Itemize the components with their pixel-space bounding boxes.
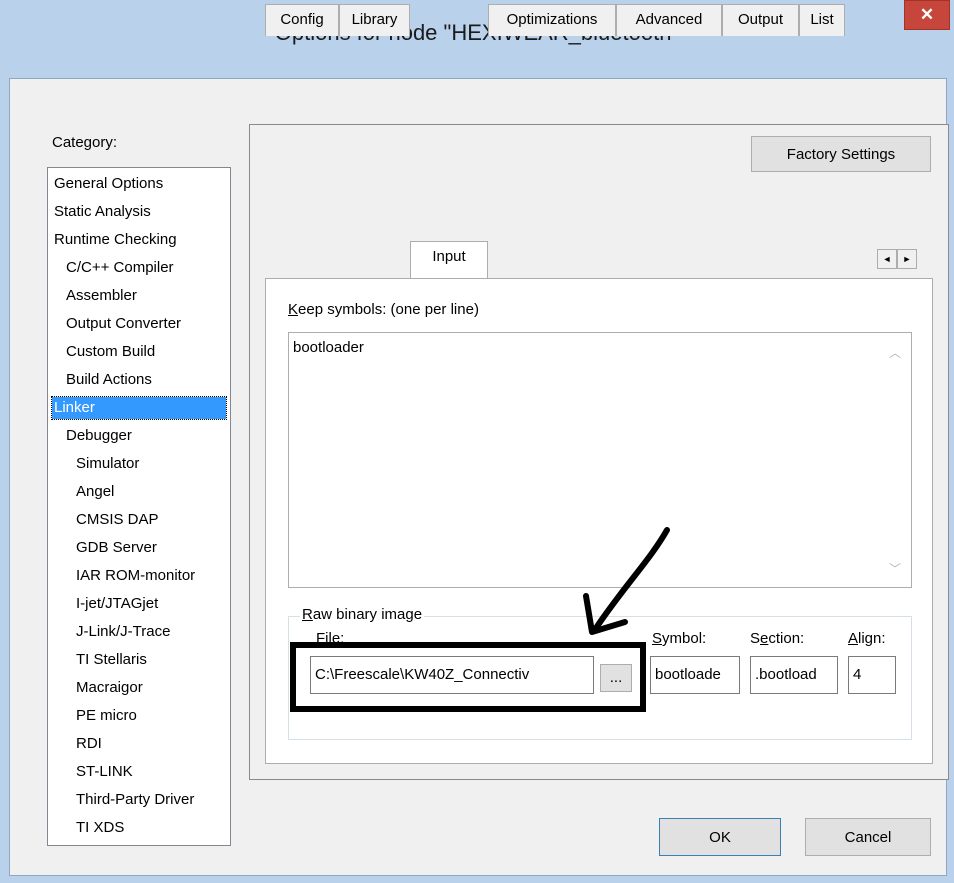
section-label: Section: — [750, 630, 805, 647]
symbol-input[interactable]: bootloade — [650, 656, 740, 694]
scroll-up-icon[interactable]: ︿ — [889, 344, 901, 361]
category-item-assembler[interactable]: Assembler — [48, 283, 230, 309]
category-item-label: Build Actions — [66, 371, 152, 388]
category-item-c-c-compiler[interactable]: C/C++ Compiler — [48, 255, 230, 281]
category-item-label: TI XDS — [76, 819, 125, 836]
keep-symbols-label: Keep symbols: (one per line) — [288, 301, 479, 318]
category-item-label: Third-Party Driver — [76, 791, 195, 808]
tab-input[interactable]: Input — [410, 241, 488, 278]
category-item-simulator[interactable]: Simulator — [48, 451, 230, 477]
category-item-static-analysis[interactable]: Static Analysis — [48, 199, 230, 225]
category-item-runtime-checking[interactable]: Runtime Checking — [48, 227, 230, 253]
section-input[interactable]: .bootload — [750, 656, 838, 694]
align-label: Align: — [848, 630, 886, 647]
category-item-ti-stellaris[interactable]: TI Stellaris — [48, 647, 230, 673]
category-item-label: Output Converter — [66, 315, 182, 332]
tab-config[interactable]: Config — [265, 4, 339, 36]
arrow-right-icon: ► — [902, 254, 912, 264]
category-item-label: Debugger — [66, 427, 132, 444]
category-item-pe-micro[interactable]: PE micro — [48, 703, 230, 729]
tab-optimizations[interactable]: Optimizations — [488, 4, 616, 36]
tab-list[interactable]: List — [799, 4, 845, 36]
category-item-label: ST-LINK — [76, 763, 133, 780]
category-item-linker[interactable]: Linker — [48, 395, 230, 421]
category-item-third-party-driver[interactable]: Third-Party Driver — [48, 787, 230, 813]
tab-scroll-left-button[interactable]: ◄ — [877, 249, 897, 269]
category-item-debugger[interactable]: Debugger — [48, 423, 230, 449]
tab-advanced[interactable]: Advanced — [616, 4, 722, 36]
category-item-label: Assembler — [66, 287, 137, 304]
dialog-window: Options for node "HEXIWEAR_bluetooth" ✕ … — [0, 0, 954, 883]
category-item-label: Simulator — [76, 455, 140, 472]
category-item-label: Custom Build — [66, 343, 156, 360]
raw-binary-image-label: Raw binary image — [300, 606, 425, 623]
category-item-iar-rom-monitor[interactable]: IAR ROM-monitor — [48, 563, 230, 589]
category-item-st-link[interactable]: ST-LINK — [48, 759, 230, 785]
cancel-button[interactable]: Cancel — [805, 818, 931, 856]
file-label: File: — [316, 630, 345, 647]
category-item-label: CMSIS DAP — [76, 511, 159, 528]
category-item-cmsis-dap[interactable]: CMSIS DAP — [48, 507, 230, 533]
category-item-label: J-Link/J-Trace — [76, 623, 171, 640]
category-item-j-link-j-trace[interactable]: J-Link/J-Trace — [48, 619, 230, 645]
category-item-angel[interactable]: Angel — [48, 479, 230, 505]
category-item-label: I-jet/JTAGjet — [76, 595, 159, 612]
category-item-output-converter[interactable]: Output Converter — [48, 311, 230, 337]
file-path-input[interactable]: C:\Freescale\KW40Z_Connectiv — [310, 656, 594, 694]
category-item-label: C/C++ Compiler — [66, 259, 174, 276]
category-item-ti-xds[interactable]: TI XDS — [48, 815, 230, 841]
close-icon: ✕ — [919, 5, 935, 24]
keep-symbols-label-rest: eep symbols: (one per line) — [298, 301, 479, 318]
category-item-label: Angel — [76, 483, 115, 500]
category-item-label: General Options — [54, 175, 164, 192]
category-item-i-jet-jtagjet[interactable]: I-jet/JTAGjet — [48, 591, 230, 617]
category-item-label: TI Stellaris — [76, 651, 147, 668]
category-item-label: Static Analysis — [54, 203, 151, 220]
category-item-label: PE micro — [76, 707, 137, 724]
category-item-label: IAR ROM-monitor — [76, 567, 196, 584]
tab-library[interactable]: Library — [339, 4, 410, 36]
category-item-general-options[interactable]: General Options — [48, 171, 230, 197]
symbol-label: Symbol: — [652, 630, 707, 647]
ok-button[interactable]: OK — [659, 818, 781, 856]
close-button[interactable]: ✕ — [904, 0, 950, 30]
scroll-down-icon[interactable]: ﹀ — [889, 560, 901, 577]
category-label: Category: — [52, 134, 118, 151]
category-item-label: Runtime Checking — [54, 231, 177, 248]
category-list[interactable]: General Options Static Analysis Runtime Ch… — [47, 167, 231, 846]
tab-output[interactable]: Output — [722, 4, 799, 36]
keep-symbols-textarea[interactable]: bootloader — [288, 332, 912, 588]
tab-scroll-right-button[interactable]: ► — [897, 249, 917, 269]
align-input[interactable]: 4 — [848, 656, 896, 694]
factory-settings-button[interactable]: Factory Settings — [751, 136, 931, 172]
category-item-macraigor[interactable]: Macraigor — [48, 675, 230, 701]
category-item-build-actions[interactable]: Build Actions — [48, 367, 230, 393]
category-item-custom-build[interactable]: Custom Build — [48, 339, 230, 365]
category-item-rdi[interactable]: RDI — [48, 731, 230, 757]
category-item-label: Linker — [51, 396, 227, 420]
category-item-label: Macraigor — [76, 679, 143, 696]
category-item-gdb-server[interactable]: GDB Server — [48, 535, 230, 561]
arrow-left-icon: ◄ — [882, 254, 892, 264]
category-item-label: RDI — [76, 735, 102, 752]
browse-button[interactable]: ... — [600, 664, 632, 692]
category-item-label: GDB Server — [76, 539, 157, 556]
